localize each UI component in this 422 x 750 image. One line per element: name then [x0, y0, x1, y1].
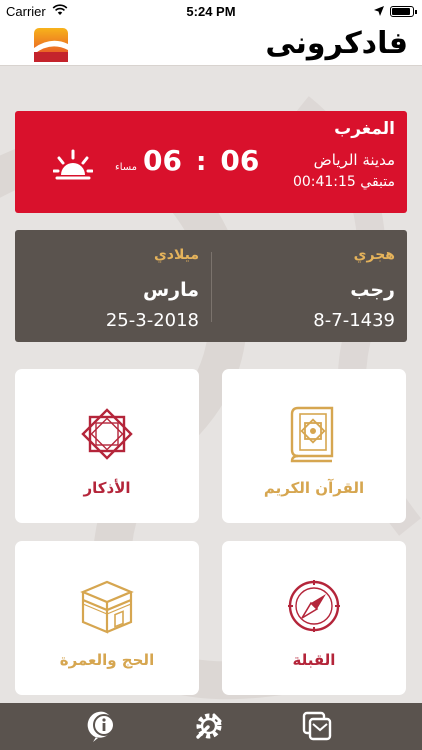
gregorian-month: مارس	[142, 279, 199, 301]
sunset-icon	[53, 149, 93, 180]
brand-logo: فادكرونى	[265, 26, 409, 61]
prayer-time-minutes: 06	[143, 144, 182, 177]
battery-icon	[390, 6, 417, 17]
status-time: 5:24 PM	[186, 4, 236, 19]
date-card[interactable]: هجري رجب 8-7-1439 ميلادي مارس 25-3-2018	[15, 230, 407, 342]
quran-book-icon	[290, 406, 334, 463]
gregorian-label: ميلادي	[153, 247, 199, 263]
hajj-umrah-tile[interactable]: الحج والعمرة	[15, 541, 199, 695]
prayer-city: مدينة الرياض	[313, 151, 395, 169]
date-divider	[211, 252, 212, 322]
gregorian-date: ميلادي مارس 25-3-2018	[15, 230, 211, 342]
bottom-toolbar	[0, 703, 422, 750]
hijri-month: رجب	[350, 279, 395, 301]
quran-label: القرآن الكريم	[263, 479, 365, 497]
hijri-date: هجري رجب 8-7-1439	[211, 230, 407, 342]
azkar-tile[interactable]: الأذكار	[15, 369, 199, 523]
prayer-time-period: مساء	[115, 162, 138, 173]
kaaba-icon	[80, 580, 134, 634]
share-messages-icon[interactable]	[300, 709, 334, 743]
hajj-umrah-label: الحج والعمرة	[59, 651, 155, 669]
status-bar: Carrier 5:24 PM	[0, 0, 422, 22]
compass-icon	[288, 580, 340, 632]
settings-gear-icon[interactable]	[192, 709, 226, 743]
qibla-label: القبلة	[292, 651, 336, 669]
prayer-time: مساء 06 : 06	[115, 144, 259, 177]
prayer-time-hours: 06	[220, 144, 260, 177]
prayer-name: المغرب	[334, 119, 395, 139]
location-arrow-icon	[374, 4, 384, 19]
qibla-tile[interactable]: القبلة	[222, 541, 406, 695]
octagram-star-icon	[81, 408, 133, 460]
info-icon[interactable]	[87, 709, 121, 743]
prayer-remaining-time: متبقي 00:41:15	[292, 174, 395, 190]
nav-bar: فادكرونى	[0, 22, 422, 66]
next-prayer-card[interactable]: المغرب مدينة الرياض متبقي 00:41:15 مساء …	[15, 111, 407, 213]
hijri-value: 8-7-1439	[313, 310, 395, 331]
quran-tile[interactable]: القرآن الكريم	[222, 369, 406, 523]
app-logo-icon[interactable]	[34, 28, 68, 62]
hijri-label: هجري	[353, 247, 395, 263]
prayer-time-separator: :	[196, 147, 207, 177]
gregorian-value: 25-3-2018	[105, 310, 199, 331]
azkar-label: الأذكار	[83, 479, 131, 497]
